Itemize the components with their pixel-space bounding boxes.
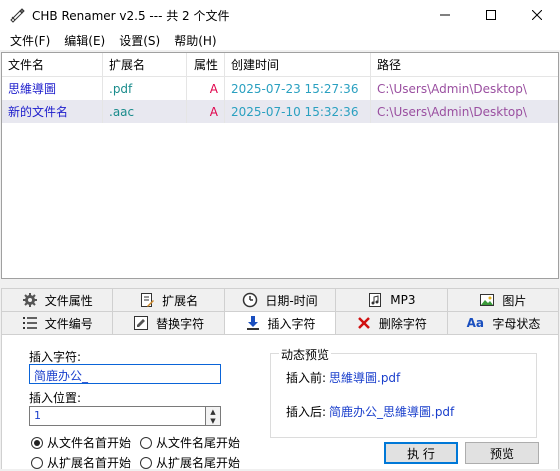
position-spinner[interactable]: ▲ ▼ [205, 406, 221, 426]
close-button[interactable] [514, 0, 560, 30]
radio-unselected-icon [31, 456, 43, 469]
file-list[interactable]: 文件名 扩展名 属性 创建时间 路径 思維導圖 .pdf A 2025-07-2… [1, 52, 559, 279]
column-header-ext[interactable]: 扩展名 [103, 53, 187, 76]
menu-bar: 文件(F) 编辑(E) 设置(S) 帮助(H) [0, 30, 560, 50]
insert-icon [245, 315, 261, 331]
spin-down-icon[interactable]: ▼ [206, 416, 220, 425]
minimize-icon [440, 14, 450, 16]
gear-icon [22, 292, 38, 308]
maximize-button[interactable] [468, 0, 514, 30]
preview-button[interactable]: 预览 [465, 442, 539, 464]
execute-button[interactable]: 执 行 [384, 442, 458, 464]
minimize-button[interactable] [422, 0, 468, 30]
image-icon [479, 292, 495, 308]
radio-extension-start[interactable]: 从扩展名首开始 [31, 454, 131, 471]
cell-created: 2025-07-10 15:32:36 [225, 100, 371, 123]
maximize-icon [486, 10, 496, 20]
tab-label: 插入字符 [267, 316, 316, 331]
function-tabs: 文件属性 扩展名 日期-时间 MP3 图片 文件编号 替换字符 插入字符 删除字… [1, 288, 560, 334]
tab-letter-case[interactable]: Aa 字母状态 [446, 311, 560, 334]
after-label: 插入后: [286, 405, 327, 419]
radio-label: 从扩展名尾开始 [156, 456, 241, 470]
close-icon [532, 10, 542, 20]
table-row[interactable]: 思維導圖 .pdf A 2025-07-23 15:27:36 C:\Users… [2, 77, 558, 100]
tab-file-numbering[interactable]: 文件编号 [1, 311, 113, 334]
tab-mp3[interactable]: MP3 [335, 288, 447, 311]
menu-file[interactable]: 文件(F) [4, 32, 56, 49]
tab-extension[interactable]: 扩展名 [112, 288, 224, 311]
cell-created: 2025-07-23 15:27:36 [225, 77, 371, 100]
column-header-path[interactable]: 路径 [371, 53, 558, 76]
column-header-name[interactable]: 文件名 [2, 53, 103, 76]
insert-chars-panel: 插入字符: 简鹿办公_ 插入位置: 1 ▲ ▼ 从文件名首开始 从文件名尾开始 … [1, 334, 559, 471]
radio-unselected-icon [140, 436, 152, 449]
cell-path: C:\Users\Admin\Desktop\ [377, 81, 527, 96]
list-header: 文件名 扩展名 属性 创建时间 路径 [2, 53, 558, 77]
preview-group: 动态预览 插入前: 思維導圖.pdf 插入后: 简鹿办公_思維導圖.pdf [270, 346, 537, 438]
column-header-attr[interactable]: 属性 [187, 53, 225, 76]
radio-selected-icon [31, 436, 43, 449]
cell-attr: A [187, 100, 225, 123]
position-input[interactable]: 1 [29, 406, 206, 426]
tab-delete-chars[interactable]: 删除字符 [335, 311, 447, 334]
spin-up-icon[interactable]: ▲ [206, 407, 220, 416]
before-value: 思維導圖.pdf [329, 371, 401, 385]
tab-insert-chars[interactable]: 插入字符 [223, 311, 336, 334]
music-file-icon [367, 292, 383, 308]
numbered-list-icon [22, 315, 38, 331]
delete-x-icon [356, 315, 372, 331]
tab-label: 删除字符 [378, 316, 427, 331]
window-title: CHB Renamer v2.5 --- 共 2 个文件 [32, 8, 230, 23]
tab-label: 文件属性 [44, 293, 93, 308]
after-value: 简鹿办公_思維導圖.pdf [329, 405, 455, 419]
tab-label: MP3 [390, 293, 416, 307]
tab-label: 图片 [502, 293, 527, 308]
cell-name: 新的文件名 [2, 100, 103, 123]
tab-label: 字母状态 [492, 316, 541, 331]
table-row[interactable]: 新的文件名 .aac A 2025-07-10 15:32:36 C:\User… [2, 100, 558, 123]
tab-image[interactable]: 图片 [446, 288, 560, 311]
radio-filename-start[interactable]: 从文件名首开始 [31, 434, 131, 451]
replace-icon [133, 315, 149, 331]
tab-label: 替换字符 [156, 316, 205, 331]
clock-icon [242, 292, 258, 308]
tab-label: 文件编号 [44, 316, 93, 331]
cell-attr: A [187, 77, 225, 100]
before-label: 插入前: [286, 371, 327, 385]
radio-unselected-icon [140, 456, 152, 469]
tab-label: 日期-时间 [265, 293, 318, 308]
cell-ext: .aac [103, 100, 187, 123]
preview-group-title: 动态预览 [279, 346, 332, 363]
tab-replace-chars[interactable]: 替换字符 [112, 311, 224, 334]
app-icon [10, 8, 25, 23]
cell-path: C:\Users\Admin\Desktop\ [377, 104, 527, 119]
letter-case-icon: Aa [466, 316, 484, 330]
cell-name: 思維導圖 [2, 77, 103, 100]
title-bar: CHB Renamer v2.5 --- 共 2 个文件 [0, 0, 560, 30]
radio-label: 从扩展名首开始 [47, 456, 132, 470]
radio-label: 从文件名尾开始 [156, 436, 241, 450]
tab-file-attributes[interactable]: 文件属性 [1, 288, 113, 311]
menu-help[interactable]: 帮助(H) [168, 32, 222, 49]
menu-edit[interactable]: 编辑(E) [58, 32, 111, 49]
insert-text-label: 插入字符: [29, 350, 82, 364]
position-label: 插入位置: [29, 391, 82, 405]
tab-date-time[interactable]: 日期-时间 [223, 288, 336, 311]
menu-settings[interactable]: 设置(S) [113, 32, 166, 49]
cell-ext: .pdf [103, 77, 187, 100]
radio-label: 从文件名首开始 [47, 436, 132, 450]
document-edit-icon [139, 292, 155, 308]
tab-label: 扩展名 [162, 293, 199, 308]
column-header-created[interactable]: 创建时间 [225, 53, 371, 76]
radio-filename-end[interactable]: 从文件名尾开始 [140, 434, 240, 451]
insert-text-input[interactable]: 简鹿办公_ [29, 364, 221, 384]
radio-extension-end[interactable]: 从扩展名尾开始 [140, 454, 240, 471]
